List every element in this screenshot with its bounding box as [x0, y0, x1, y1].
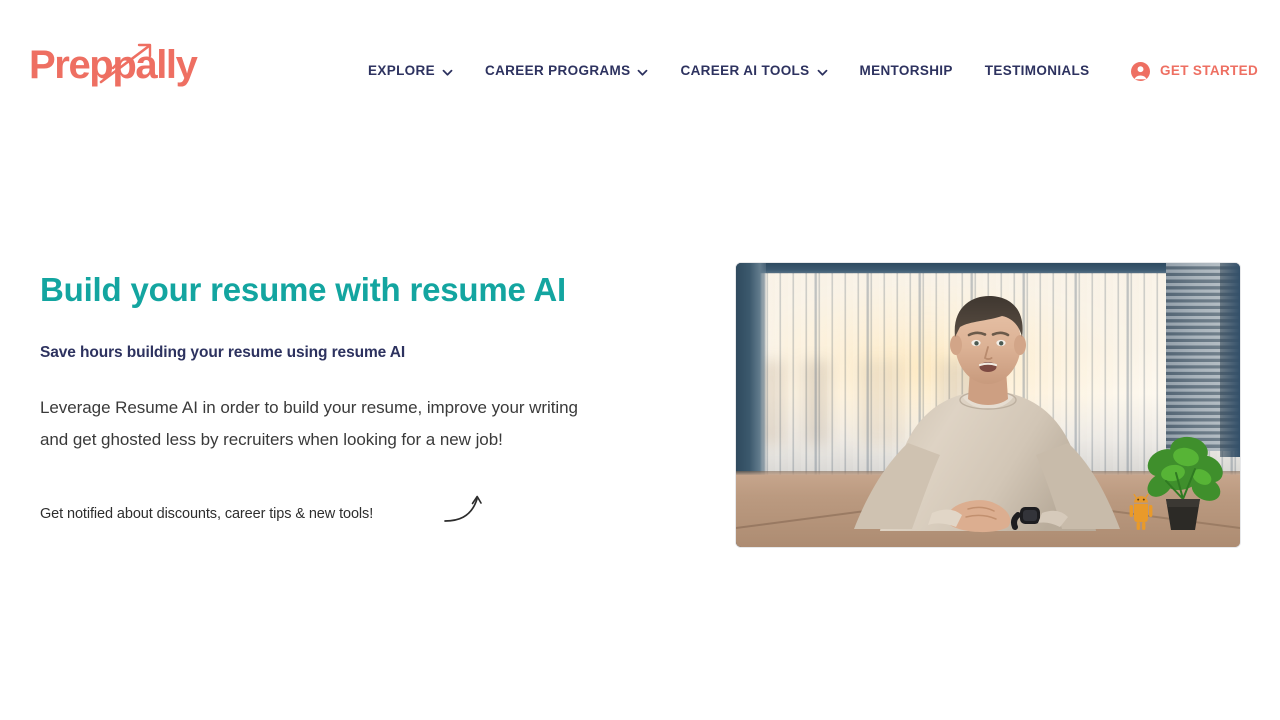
- curved-arrow-up-right-icon: [444, 490, 492, 532]
- svg-text:Preppally: Preppally: [29, 43, 199, 87]
- main-navigation: EXPLORE CAREER PROGRAMS CAREER AI TOOLS …: [352, 58, 1105, 84]
- logo-preppally[interactable]: Preppally: [29, 42, 229, 94]
- account-circle-icon: [1131, 61, 1150, 81]
- chevron-down-icon: [817, 67, 828, 78]
- nav-label-testimonials: TESTIMONIALS: [984, 63, 1090, 78]
- page-root: Preppally EXPLORE CAREER PROGRAMS CAREER…: [0, 0, 1280, 720]
- get-started-button[interactable]: GET STARTED: [1131, 58, 1258, 84]
- hero-section: Build your resume with resume AI Save ho…: [0, 120, 1280, 720]
- nav-item-explore[interactable]: EXPLORE: [352, 58, 469, 84]
- hero-video-thumbnail[interactable]: [736, 263, 1240, 547]
- nav-item-mentorship[interactable]: MENTORSHIP: [844, 58, 969, 84]
- notify-row: Get notified about discounts, career tip…: [40, 484, 640, 528]
- notify-text: Get notified about discounts, career tip…: [40, 506, 374, 522]
- nav-label-career-ai-tools: CAREER AI TOOLS: [680, 63, 810, 78]
- nav-label-career-programs: CAREER PROGRAMS: [484, 63, 631, 78]
- nav-item-career-ai-tools[interactable]: CAREER AI TOOLS: [664, 58, 843, 84]
- nav-item-testimonials[interactable]: TESTIMONIALS: [969, 58, 1106, 84]
- hero-body-text: Leverage Resume AI in order to build you…: [40, 398, 578, 449]
- nav-item-career-programs[interactable]: CAREER PROGRAMS: [469, 58, 665, 84]
- nav-label-explore: EXPLORE: [368, 63, 435, 78]
- hero-title: Build your resume with resume AI: [40, 271, 566, 308]
- hero-copy: Build your resume with resume AI Save ho…: [40, 270, 640, 528]
- nav-label-mentorship: MENTORSHIP: [859, 63, 953, 78]
- video-figurine: [1129, 493, 1153, 530]
- site-header: Preppally EXPLORE CAREER PROGRAMS CAREER…: [0, 0, 1280, 120]
- chevron-down-icon: [442, 67, 453, 78]
- hero-subtitle: Save hours building your resume using re…: [40, 344, 406, 361]
- get-started-label: GET STARTED: [1160, 63, 1259, 78]
- chevron-down-icon: [637, 67, 648, 78]
